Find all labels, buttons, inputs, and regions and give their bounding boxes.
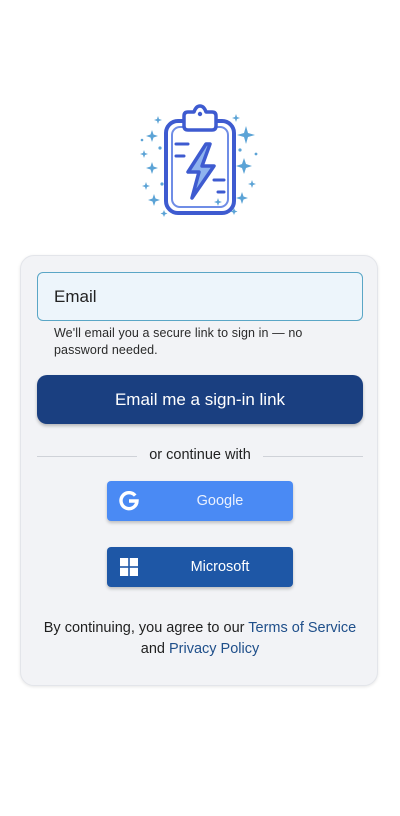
google-button-label: Google xyxy=(196,493,244,509)
divider-line-right xyxy=(263,456,363,457)
email-input[interactable] xyxy=(37,272,363,321)
legal-notice: By continuing, you agree to our Terms of… xyxy=(41,618,359,660)
windows-logo-icon xyxy=(120,558,138,576)
privacy-policy-link[interactable]: Privacy Policy xyxy=(169,641,259,657)
google-sign-in-button[interactable]: Google xyxy=(107,481,293,521)
email-helper-text: We'll email you a secure link to sign in… xyxy=(54,326,303,357)
legal-conjunction: and xyxy=(140,641,169,657)
legal-prefix: By continuing, you agree to our xyxy=(43,620,249,636)
or-divider: or continue with xyxy=(37,446,363,466)
divider-text: or continue with xyxy=(149,447,251,463)
send-sign-in-link-button[interactable]: Email me a sign-in link xyxy=(37,375,363,424)
sign-in-page: We'll email you a secure link to sign in… xyxy=(0,0,400,816)
google-g-icon xyxy=(119,491,139,511)
sign-in-card: We'll email you a secure link to sign in… xyxy=(20,255,378,686)
microsoft-button-label: Microsoft xyxy=(190,559,250,575)
terms-of-service-link[interactable]: Terms of Service xyxy=(248,620,356,636)
clipboard-lightning-icon xyxy=(140,104,258,217)
microsoft-sign-in-button[interactable]: Microsoft xyxy=(107,547,293,587)
